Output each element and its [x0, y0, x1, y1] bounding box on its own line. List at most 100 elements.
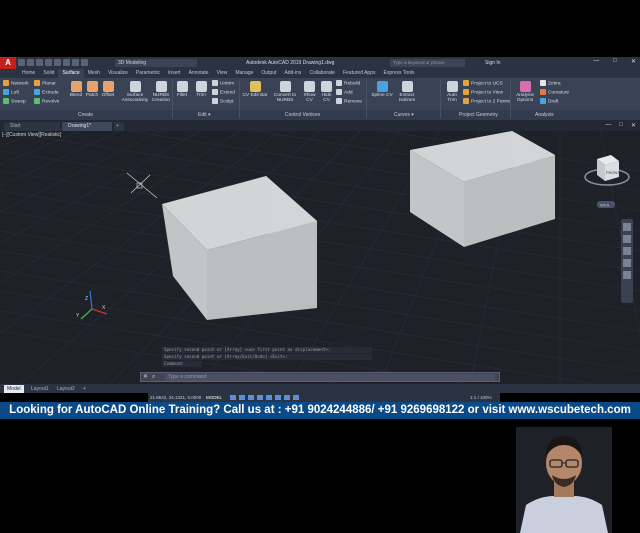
plot-icon[interactable]	[63, 59, 70, 66]
search-input[interactable]: Type a keyword or phrase	[390, 59, 465, 67]
tab-add-ins[interactable]: Add-ins	[280, 69, 305, 78]
redo-icon[interactable]	[81, 59, 88, 66]
navigation-bar[interactable]	[621, 219, 633, 303]
untrim-button[interactable]: Untrim	[212, 80, 234, 88]
surface-associativity-button[interactable]: Surface Associativity	[118, 81, 152, 103]
extend-button[interactable]: Extend	[212, 89, 235, 97]
layout-tab-model[interactable]: Model	[4, 385, 24, 393]
tab-manage[interactable]: Manage	[231, 69, 257, 78]
solid-box-1[interactable]	[162, 176, 317, 320]
tab-featured-apps[interactable]: Featured Apps	[339, 69, 380, 78]
auto-trim-button[interactable]: Auto Trim	[443, 81, 461, 103]
new-icon[interactable]	[18, 59, 25, 66]
snap-toggle-icon[interactable]	[239, 395, 245, 400]
tab-solid[interactable]: Solid	[39, 69, 58, 78]
tab-mesh[interactable]: Mesh	[84, 69, 104, 78]
close-command-line-icon[interactable]: ✕	[143, 373, 148, 382]
show-cv-button[interactable]: Show CV	[301, 81, 318, 103]
nurbs-creation-button[interactable]: NURBS Creation	[150, 81, 172, 103]
tab-output[interactable]: Output	[257, 69, 280, 78]
curvature-button[interactable]: Curvature	[540, 89, 569, 97]
save-as-icon[interactable]	[45, 59, 52, 66]
tab-surface[interactable]: Surface	[58, 69, 84, 78]
panel-label-control-vertices[interactable]: Control Vertices	[285, 111, 320, 119]
polar-toggle-icon[interactable]	[257, 395, 263, 400]
ortho-toggle-icon[interactable]	[248, 395, 254, 400]
panel-label-edit[interactable]: Edit ▾	[198, 111, 211, 119]
analysis-options-button[interactable]: Analysis Options	[513, 81, 537, 103]
project-to-ucs-button[interactable]: Project to UCS	[463, 80, 503, 88]
file-tab-drawing1[interactable]: Drawing1*	[62, 122, 112, 131]
tab-collaborate[interactable]: Collaborate	[305, 69, 339, 78]
solid-box-2[interactable]	[410, 131, 555, 247]
offset-button[interactable]: Offset	[99, 81, 117, 98]
coordinates-readout[interactable]: 21.8642, 34.1331, 0.0000	[150, 393, 201, 402]
draft-button[interactable]: Draft	[540, 98, 558, 106]
blend-button[interactable]: Blend	[66, 81, 86, 98]
viewport-controls-label[interactable]: [–][Custom View][Realistic]	[2, 132, 61, 138]
tab-insert[interactable]: Insert	[164, 69, 185, 78]
open-icon[interactable]	[27, 59, 34, 66]
tab-visualize[interactable]: Visualize	[104, 69, 132, 78]
drawing-close-button[interactable]: ✕	[631, 122, 636, 129]
layout-tab-layout1[interactable]: Layout1	[28, 385, 52, 393]
command-search-icon[interactable]: ⌕	[152, 373, 155, 382]
save-icon[interactable]	[36, 59, 43, 66]
drawing-restore-button[interactable]: □	[619, 122, 623, 129]
otrack-toggle-icon[interactable]	[284, 395, 290, 400]
revolve-button[interactable]: Revolve	[34, 98, 59, 106]
drawing-minimize-button[interactable]: —	[605, 122, 611, 129]
osnap-toggle-icon[interactable]	[266, 395, 272, 400]
remove-cv-button[interactable]: Remove	[336, 98, 362, 106]
network-button[interactable]: Network	[3, 80, 29, 88]
loft-button[interactable]: Loft	[3, 89, 19, 97]
panel-label-curves[interactable]: Curves ▾	[394, 111, 414, 119]
tab-annotate[interactable]: Annotate	[185, 69, 213, 78]
project-to-view-button[interactable]: Project to View	[463, 89, 503, 97]
undo-icon[interactable]	[72, 59, 79, 66]
extrude-button[interactable]: Extrude	[34, 89, 59, 97]
drawing-viewport[interactable]: Z X Y [–][Custom View][Realistic] FRONT	[0, 131, 640, 533]
hide-cv-button[interactable]: Hide CV	[318, 81, 335, 103]
new-tab-button[interactable]: +	[114, 122, 124, 131]
project-to-2-points-button[interactable]: Project to 2 Points	[463, 98, 510, 106]
add-cv-button[interactable]: Add	[336, 89, 353, 97]
panel-label-analysis[interactable]: Analysis	[535, 111, 554, 119]
maximize-button[interactable]: □	[613, 58, 617, 65]
minimize-button[interactable]: —	[593, 58, 599, 65]
patch-button[interactable]: Patch	[84, 81, 100, 98]
close-button[interactable]: ✕	[631, 58, 636, 65]
model-space-button[interactable]: MODEL	[206, 393, 222, 402]
extract-isolines-button[interactable]: Extract Isolines	[396, 81, 418, 103]
cv-edit-bar-button[interactable]: CV Edit Bar	[241, 81, 269, 98]
sign-in-button[interactable]: Sign In	[485, 59, 501, 67]
lineweight-toggle-icon[interactable]	[293, 395, 299, 400]
tab-view[interactable]: View	[213, 69, 232, 78]
tab-parametric[interactable]: Parametric	[132, 69, 164, 78]
panel-label-project-geometry[interactable]: Project Geometry	[459, 111, 498, 119]
tab-express-tools[interactable]: Express Tools	[380, 69, 419, 78]
workspace-switcher[interactable]: 3D Modeling	[115, 59, 197, 67]
trim-button[interactable]: Trim	[193, 81, 209, 98]
sweep-button[interactable]: Sweep	[3, 98, 26, 106]
fillet-button[interactable]: Fillet	[174, 81, 190, 98]
zebra-button[interactable]: Zebra	[540, 80, 561, 88]
layout-tab-layout2[interactable]: Layout2	[54, 385, 78, 393]
autocad-logo[interactable]: A	[0, 57, 16, 69]
web-mobile-icon[interactable]	[54, 59, 61, 66]
sculpt-button[interactable]: Sculpt	[212, 98, 233, 106]
convert-to-nurbs-button[interactable]: Convert to NURBS	[270, 81, 300, 103]
annotation-scale[interactable]: 1:1 / 100%	[470, 393, 492, 402]
spline-cv-button[interactable]: Spline CV	[369, 81, 395, 98]
file-tab-start[interactable]: Start	[4, 122, 60, 131]
rebuild-button[interactable]: Rebuild	[336, 80, 360, 88]
grid-toggle-icon[interactable]	[230, 395, 236, 400]
viewcube-face-label[interactable]: FRONT	[606, 170, 620, 175]
3d-osnap-toggle-icon[interactable]	[275, 395, 281, 400]
tab-home[interactable]: Home	[18, 69, 39, 78]
viewcube[interactable]: FRONT WCS	[583, 155, 631, 215]
planar-button[interactable]: Planar	[34, 80, 56, 88]
add-layout-button[interactable]: +	[80, 385, 89, 393]
panel-label-create[interactable]: Create	[78, 111, 93, 119]
command-input[interactable]: Type a command	[165, 374, 495, 381]
